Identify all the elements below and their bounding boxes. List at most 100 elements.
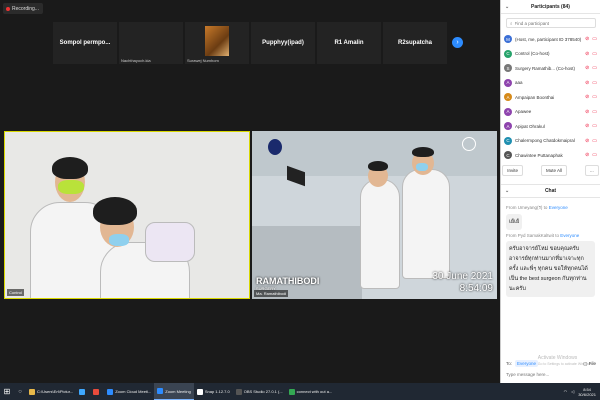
participant-row[interactable]: A Ampaipan Boonthai ⊘ ▭: [504, 90, 597, 105]
gallery-tile[interactable]: Surawej Numhom: [185, 22, 249, 64]
avatar: C: [504, 136, 512, 145]
taskbar-item[interactable]: [90, 383, 104, 400]
participant-row[interactable]: C Chawintee Puttanaphak ⊘ ▭: [504, 148, 597, 163]
volume-icon[interactable]: ◁: [571, 389, 574, 394]
taskbar-item[interactable]: Zoom Cloud Meeti...: [104, 383, 154, 400]
mic-muted-icon[interactable]: ⊘: [585, 152, 589, 158]
gallery-tile[interactable]: Sompol permpo...: [53, 22, 117, 64]
chat-sender: From Pyd SamakKaltwit to Everyone: [506, 233, 595, 238]
mic-muted-icon[interactable]: ⊘: [585, 138, 589, 144]
sender-text: From Umeyang(ร) to: [506, 204, 549, 210]
avatar: M: [504, 35, 512, 44]
video-right[interactable]: RAMATHIBODI SURGERY 30 June 2021 8:54:09…: [252, 131, 497, 299]
to-label: To:: [506, 361, 513, 366]
participant-list: M (Host, me, participant ID 378540) ⊘ ▭ C Con…: [501, 32, 600, 163]
mic-muted-icon[interactable]: ⊘: [585, 80, 589, 86]
invite-button[interactable]: Invite: [502, 164, 523, 176]
participant-row[interactable]: A Apawee ⊘ ▭: [504, 105, 597, 120]
file-button[interactable]: ▢ File: [583, 361, 596, 367]
taskbar-item[interactable]: Snap 1.12.7.0: [194, 383, 233, 400]
side-panel: ⌄ Participants (84) ⌕ M(Host, me, partic…: [500, 0, 600, 383]
video-off-icon[interactable]: ▭: [592, 36, 597, 42]
overlay-date: 30 June 2021: [432, 271, 493, 282]
recording-label: Recording...: [12, 5, 39, 12]
mic-muted-icon[interactable]: ⊘: [585, 36, 589, 42]
chat-message-input[interactable]: [506, 370, 594, 379]
taskbar-item[interactable]: connect with out a...: [286, 383, 336, 400]
participant-row[interactable]: Aaaa ⊘ ▭: [504, 76, 597, 91]
participant-search-input[interactable]: [514, 20, 590, 26]
participant-row[interactable]: S Surgery Ramathib... (Co-host) ⊘ ▭: [504, 61, 597, 76]
participant-actions: Invite Mute All ...: [501, 164, 600, 176]
overlay-time: 8:54:09: [459, 283, 493, 294]
taskbar-item[interactable]: [76, 383, 90, 400]
gallery-tile[interactable]: Pupphyy(ipad): [251, 22, 315, 64]
mic-muted-icon[interactable]: ⊘: [585, 123, 589, 129]
chat-title: Chat: [544, 187, 557, 194]
gallery-next-button[interactable]: ›: [452, 37, 463, 48]
video-off-icon[interactable]: ▭: [592, 94, 597, 100]
participant-row[interactable]: M (Host, me, participant ID 378540) ⊘ ▭: [504, 32, 597, 47]
taskbar-item-label: Zoom Meeting: [165, 388, 191, 394]
taskbar-item[interactable]: Zoom Meeting: [154, 383, 194, 400]
chevron-down-icon[interactable]: ⌄: [505, 188, 509, 194]
screen: Recording... Sompol permpo... Nachthayoc…: [0, 0, 600, 400]
chevron-down-icon[interactable]: ⌄: [505, 4, 509, 10]
tile-sub: Surawej Numhom: [187, 58, 219, 63]
search-icon[interactable]: ○: [14, 389, 26, 395]
taskbar-item[interactable]: OBS Studio 27.0.1 (...: [233, 383, 286, 400]
gallery-tile[interactable]: R1 Amalin: [317, 22, 381, 64]
mic-muted-icon[interactable]: ⊘: [585, 109, 589, 115]
participant-row[interactable]: C Chalermpong Chatdokmaipral ⊘ ▭: [504, 134, 597, 149]
app-icon: [157, 388, 164, 394]
app-icon: [29, 388, 35, 395]
meeting-area: Recording... Sompol permpo... Nachthayoc…: [0, 0, 500, 383]
mic-muted-icon[interactable]: ⊘: [585, 65, 589, 71]
app-icon: [107, 388, 114, 395]
windows-start-icon[interactable]: ⊞: [0, 383, 14, 400]
recipient-text: Everyone: [548, 204, 568, 210]
video-off-icon[interactable]: ▭: [592, 123, 597, 129]
brand-watermark: RAMATHIBODI SURGERY: [256, 276, 319, 291]
participant-name: Apipat Ohrakul: [515, 123, 545, 129]
participant-row[interactable]: C Control (Co-host) ⊘ ▭: [504, 47, 597, 62]
recipient-select[interactable]: Everyone: [515, 360, 539, 367]
gallery-tile[interactable]: Nachthayoch.kia: [119, 22, 183, 64]
video-off-icon[interactable]: ▭: [592, 138, 597, 144]
chat-bubble: เย้เย้: [506, 213, 523, 230]
video-off-icon[interactable]: ▭: [592, 65, 597, 71]
app-icon: [93, 388, 100, 395]
participant-photo: [205, 26, 229, 56]
clock-date: 30/6/2021: [578, 391, 596, 397]
video-off-icon[interactable]: ▭: [592, 51, 597, 57]
mic-muted-icon[interactable]: ⊘: [585, 94, 589, 100]
video-off-icon[interactable]: ▭: [592, 80, 597, 86]
recording-indicator[interactable]: Recording...: [3, 3, 43, 14]
recipient-text: Everyone: [560, 232, 580, 238]
video-off-icon[interactable]: ▭: [592, 152, 597, 158]
clock[interactable]: 8:54 30/6/2021: [578, 387, 596, 397]
taskbar: ⊞ ○ C:\Users\Ert\Pictur... Zoom Cloud Mee…: [0, 383, 600, 400]
taskbar-item[interactable]: C:\Users\Ert\Pictur...: [26, 383, 76, 400]
more-button[interactable]: ...: [585, 164, 599, 176]
participant-name: Chalermpong Chatdokmaipral: [515, 138, 575, 144]
mic-muted-icon[interactable]: ⊘: [585, 51, 589, 57]
sender-text: From Pyd SamakKaltwit to: [506, 232, 561, 238]
gallery-tile[interactable]: R2supatcha: [383, 22, 447, 64]
participants-header: ⌄ Participants (84): [501, 0, 600, 14]
app-icon: [79, 388, 86, 395]
taskbar-items: C:\Users\Ert\Pictur... Zoom Cloud Meeti..…: [26, 383, 335, 400]
avatar: A: [504, 78, 512, 87]
wifi-icon[interactable]: ◠: [564, 389, 568, 394]
video-off-icon[interactable]: ▭: [592, 109, 597, 115]
gallery-strip: Sompol permpo... Nachthayoch.kia Surawej…: [53, 22, 465, 64]
video-left[interactable]: Control: [4, 131, 250, 299]
participant-row[interactable]: A Apipat Ohrakul ⊘ ▭: [504, 119, 597, 134]
system-tray: ◠ ◁ 8:54 30/6/2021: [564, 387, 600, 397]
participant-name: Apawee: [515, 109, 532, 115]
chat-bubble: ครับอาจารย์โหม่ ขอบคุณครับ อาจารย์ทุกท่า…: [506, 240, 595, 297]
mute-all-button[interactable]: Mute All: [540, 164, 567, 176]
participant-name: Surgery Ramathib... (Co-host): [515, 65, 576, 71]
chevron-right-icon: ›: [456, 39, 459, 46]
taskbar-item-label: OBS Studio 27.0.1 (...: [243, 389, 283, 394]
